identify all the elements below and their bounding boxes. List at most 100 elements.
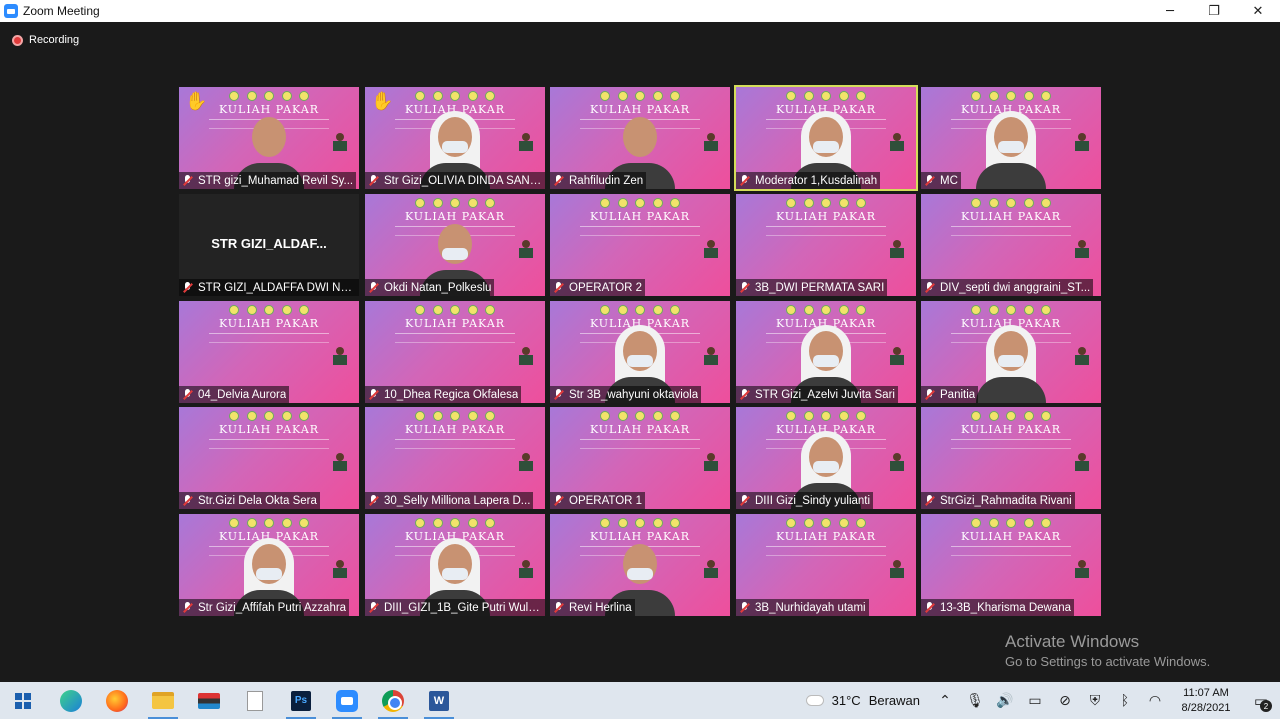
participant-tile[interactable]: KULIAH PAKAR OPERATOR 2 [550, 194, 730, 296]
wifi-icon[interactable]: ◠ [1140, 682, 1170, 719]
participant-tile[interactable]: KULIAH PAKAR OPERATOR 1 [550, 407, 730, 509]
participant-tile[interactable]: KULIAH PAKAR Moderator 1,Kusdalinah [734, 85, 918, 191]
minimize-button[interactable]: ─ [1148, 0, 1192, 22]
bluetooth-icon[interactable]: ᛒ [1110, 682, 1140, 719]
banner-logos [786, 305, 866, 315]
chevron-up-icon[interactable]: ⌃ [930, 682, 960, 719]
banner-title: KULIAH PAKAR [404, 423, 506, 436]
taskbar-zoom[interactable] [324, 682, 370, 719]
participant-tile[interactable]: KULIAH PAKAR Okdi Natan_Polkeslu [365, 194, 545, 296]
participant-name: STR GIZI_ALDAFFA DWI NU... [198, 281, 356, 294]
mic-muted-icon [923, 494, 936, 507]
banner-logos [786, 91, 866, 101]
participant-name: MC [940, 174, 958, 187]
taskbar-file-explorer[interactable] [140, 682, 186, 719]
participant-name: 3B_Nurhidayah utami [755, 601, 866, 614]
recording-label: Recording [29, 34, 80, 46]
security-icon[interactable]: ⛨ [1080, 682, 1110, 719]
watermark-title: Activate Windows [1005, 632, 1140, 651]
volume-icon[interactable]: 🔊 [990, 682, 1020, 719]
participant-nametag: 10_Dhea Regica Okfalesa [365, 386, 522, 403]
participant-tile[interactable]: KULIAH PAKAR Panitia [921, 301, 1101, 403]
title-bar: Zoom Meeting ─ ❐ ✕ [0, 0, 1280, 22]
zoom-icon [336, 689, 358, 712]
taskbar-chrome[interactable] [370, 682, 416, 719]
participant-tile[interactable]: KULIAH PAKAR Str 3B_wahyuni oktaviola [550, 301, 730, 403]
participant-name: StrGizi_Rahmadita Rivani [940, 494, 1072, 507]
participant-tile[interactable]: KULIAH PAKAR 3B_Nurhidayah utami [736, 514, 916, 616]
participant-tile[interactable]: KULIAH PAKAR STR Gizi_Azelvi Juvita Sari [736, 301, 916, 403]
participant-tile[interactable]: KULIAH PAKAR Str.Gizi Dela Okta Sera [179, 407, 359, 509]
speaker-photo [890, 240, 904, 274]
participant-tile[interactable]: KULIAH PAKAR 04_Delvia Aurora [179, 301, 359, 403]
photoshop-icon: Ps [291, 690, 311, 711]
weather-condition: Berawan [868, 693, 920, 708]
speaker-photo [1075, 133, 1089, 167]
banner-logos [600, 198, 680, 208]
participant-nametag: DIII_GIZI_1B_Gite Putri Wula... [365, 599, 545, 616]
participant-name: Moderator 1,Kusdalinah [755, 174, 878, 187]
activate-windows-watermark: Activate Windows Go to Settings to activ… [1005, 632, 1210, 669]
taskbar-photoshop[interactable]: Ps [278, 682, 324, 719]
participant-tile[interactable]: KULIAH PAKAR DIII_GIZI_1B_Gite Putri Wula… [365, 514, 545, 616]
participant-tile[interactable]: KULIAH PAKAR ✋ STR gizi_Muhamad Revil Sy..… [179, 87, 359, 189]
participant-tile[interactable]: KULIAH PAKAR DIV_septi dwi anggraini_ST..… [921, 194, 1101, 296]
taskbar-word[interactable]: W [416, 682, 462, 719]
participant-tile[interactable]: KULIAH PAKAR Revi Herlina [550, 514, 730, 616]
clock-date: 8/28/2021 [1181, 701, 1231, 714]
mic-muted-icon [738, 388, 751, 401]
banner-logos [600, 305, 680, 315]
mic-muted-icon [181, 601, 194, 614]
mic-muted-icon [552, 494, 565, 507]
participant-nametag: Okdi Natan_Polkeslu [365, 279, 495, 296]
pin-icon [552, 174, 565, 187]
banner-logos [600, 518, 680, 528]
system-tray: 31°C Berawan ⌃ 🎙 🔊 ▭ ⊘ ⛨ ᛒ ◠ 11:07 AM 8/… [805, 682, 1280, 719]
banner-logos [786, 518, 866, 528]
weather-widget[interactable]: 31°C Berawan [805, 693, 920, 708]
folder-icon [152, 692, 174, 709]
banner-logos [600, 411, 680, 421]
participant-tile[interactable]: KULIAH PAKAR ✋ Str Gizi_OLIVIA DINDA SANTI… [365, 87, 545, 189]
taskbar-file[interactable] [232, 682, 278, 719]
banner-title: KULIAH PAKAR [589, 210, 691, 223]
banner-logos [415, 91, 495, 101]
participant-nametag: Str 3B_wahyuni oktaviola [550, 386, 702, 403]
taskbar-firefox[interactable] [94, 682, 140, 719]
participant-tile[interactable]: KULIAH PAKAR 13-3B_Kharisma Dewana [921, 514, 1101, 616]
participant-tile[interactable]: KULIAH PAKAR 30_Selly Milliona Lapera D..… [365, 407, 545, 509]
window-title: Zoom Meeting [23, 4, 100, 18]
start-button[interactable] [0, 682, 46, 719]
mic-muted-icon [367, 494, 380, 507]
raised-hand-icon: ✋ [371, 91, 394, 112]
microphone-icon[interactable]: 🎙 [960, 682, 990, 719]
notifications-button[interactable]: ▭ 2 [1242, 682, 1280, 719]
maximize-button[interactable]: ❐ [1192, 0, 1236, 22]
recording-dot-icon [12, 34, 23, 46]
battery-icon[interactable]: ▭ [1020, 682, 1050, 719]
participant-name: Rahfiludin Zen [569, 174, 644, 187]
speaker-photo [519, 347, 533, 381]
participant-name: DIV_septi dwi anggraini_ST... [940, 281, 1091, 294]
participant-tile[interactable]: KULIAH PAKAR Rahfiludin Zen [550, 87, 730, 189]
network-off-icon[interactable]: ⊘ [1050, 682, 1080, 719]
raised-hand-icon: ✋ [185, 91, 208, 112]
participant-tile[interactable]: KULIAH PAKAR DIII Gizi_Sindy yulianti [736, 407, 916, 509]
participant-display-name: STR GIZI_ALDAF... [211, 236, 327, 251]
participant-tile[interactable]: KULIAH PAKAR MC [921, 87, 1101, 189]
participant-tile[interactable]: KULIAH PAKAR 10_Dhea Regica Okfalesa [365, 301, 545, 403]
speaker-photo [704, 133, 718, 167]
clock[interactable]: 11:07 AM 8/28/2021 [1176, 686, 1236, 716]
speaker-photo [519, 240, 533, 274]
banner-lines [951, 439, 1071, 449]
participant-tile[interactable]: KULIAH PAKAR Str Gizi_Affifah Putri Azzah… [179, 514, 359, 616]
participant-name: 13-3B_Kharisma Dewana [940, 601, 1072, 614]
word-icon: W [429, 690, 449, 711]
taskbar-edge[interactable] [48, 682, 94, 719]
taskbar-media-app[interactable] [186, 682, 232, 719]
recording-indicator[interactable]: Recording [12, 34, 79, 46]
participant-tile[interactable]: KULIAH PAKAR StrGizi_Rahmadita Rivani [921, 407, 1101, 509]
participant-tile[interactable]: STR GIZI_ALDAF... STR GIZI_ALDAFFA DWI NU… [179, 194, 359, 296]
participant-tile[interactable]: KULIAH PAKAR 3B_DWI PERMATA SARI [736, 194, 916, 296]
close-button[interactable]: ✕ [1236, 0, 1280, 22]
